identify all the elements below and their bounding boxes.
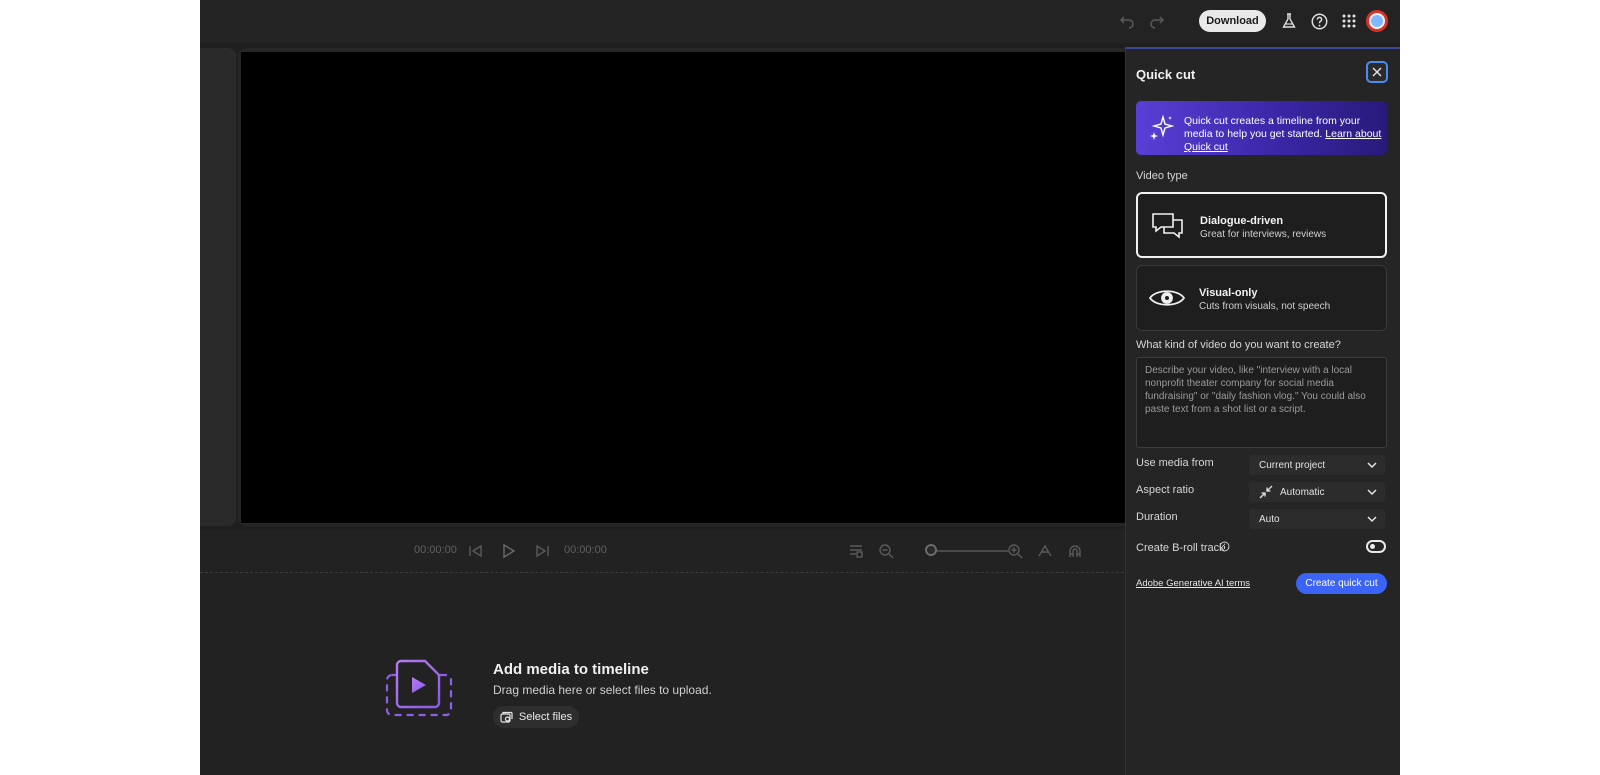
add-media-subtitle: Drag media here or select files to uploa… — [493, 683, 712, 697]
add-media-title: Add media to timeline — [493, 661, 649, 678]
play-icon[interactable] — [497, 540, 519, 562]
add-media-icon — [385, 659, 453, 717]
ai-terms-link[interactable]: Adobe Generative AI terms — [1136, 578, 1250, 589]
snap-magnet-icon[interactable] — [1064, 540, 1086, 562]
panel-title: Quick cut — [1136, 67, 1196, 82]
zoom-out-icon[interactable] — [875, 540, 897, 562]
video-preview[interactable] — [241, 52, 1277, 523]
upload-media-icon — [500, 711, 513, 723]
video-type-visual[interactable]: Visual-only Cuts from visuals, not speec… — [1136, 265, 1387, 331]
card-title: Dialogue-driven — [1200, 215, 1284, 227]
video-type-label: Video type — [1136, 170, 1188, 182]
info-banner: Quick cut creates a timeline from your m… — [1136, 101, 1387, 155]
select-files-label: Select files — [518, 711, 573, 723]
close-icon — [1372, 67, 1382, 77]
split-icon[interactable] — [1034, 540, 1056, 562]
duration-value: Auto — [1259, 513, 1280, 525]
current-timecode: 00:00:00 — [414, 544, 457, 556]
broll-label: Create B-roll track — [1136, 542, 1225, 554]
sparkle-icon — [1150, 114, 1175, 140]
step-forward-icon[interactable] — [531, 540, 553, 562]
video-type-dialogue[interactable]: Dialogue-driven Great for interviews, re… — [1136, 192, 1387, 258]
video-description-input[interactable] — [1136, 357, 1387, 448]
select-files-button[interactable]: Select files — [493, 706, 579, 728]
chevron-down-icon — [1367, 516, 1377, 523]
create-quick-cut-button[interactable]: Create quick cut — [1296, 573, 1387, 594]
zoom-slider-track[interactable] — [930, 550, 1010, 552]
info-icon[interactable] — [1219, 541, 1230, 552]
download-button[interactable]: Download — [1199, 10, 1266, 32]
total-timecode: 00:00:00 — [564, 544, 607, 556]
help-icon[interactable] — [1308, 10, 1330, 32]
use-media-label: Use media from — [1136, 457, 1214, 469]
avatar-face — [1369, 13, 1385, 29]
banner-text: Quick cut creates a timeline from your m… — [1184, 115, 1384, 154]
aspect-ratio-label: Aspect ratio — [1136, 484, 1195, 496]
broll-toggle[interactable] — [1366, 540, 1386, 553]
quick-cut-panel: Quick cut Quick cut creates a timeline f… — [1125, 47, 1400, 775]
step-back-icon[interactable] — [465, 540, 487, 562]
use-media-select[interactable]: Current project — [1249, 455, 1385, 475]
redo-icon[interactable] — [1146, 10, 1168, 32]
chevron-down-icon — [1367, 462, 1377, 469]
duration-label: Duration — [1136, 511, 1178, 523]
prompt-label: What kind of video do you want to create… — [1136, 339, 1341, 351]
card-title: Visual-only — [1199, 287, 1258, 299]
top-bar: Download — [200, 0, 1400, 43]
shrink-arrows-icon — [1259, 485, 1273, 499]
close-button[interactable] — [1366, 61, 1388, 83]
duration-select[interactable]: Auto — [1249, 509, 1385, 529]
toggle-knob — [1370, 544, 1375, 549]
card-description: Great for interviews, reviews — [1200, 229, 1327, 240]
apps-grid-icon[interactable] — [1338, 10, 1360, 32]
beaker-icon[interactable] — [1278, 10, 1300, 32]
chevron-down-icon — [1367, 489, 1377, 496]
zoom-slider-handle[interactable] — [925, 544, 937, 556]
captions-icon[interactable] — [845, 540, 867, 562]
app-window: Download 00:00:00 00:00:00 Add media to … — [200, 0, 1400, 775]
aspect-ratio-value: Automatic — [1280, 486, 1325, 498]
speech-bubbles-icon — [1152, 213, 1183, 239]
eye-icon — [1149, 290, 1185, 306]
use-media-value: Current project — [1259, 459, 1326, 471]
undo-icon[interactable] — [1116, 10, 1138, 32]
aspect-ratio-select[interactable]: Automatic — [1249, 482, 1385, 502]
left-panel — [200, 48, 236, 526]
card-description: Cuts from visuals, not speech — [1199, 301, 1331, 312]
avatar[interactable] — [1366, 10, 1388, 32]
